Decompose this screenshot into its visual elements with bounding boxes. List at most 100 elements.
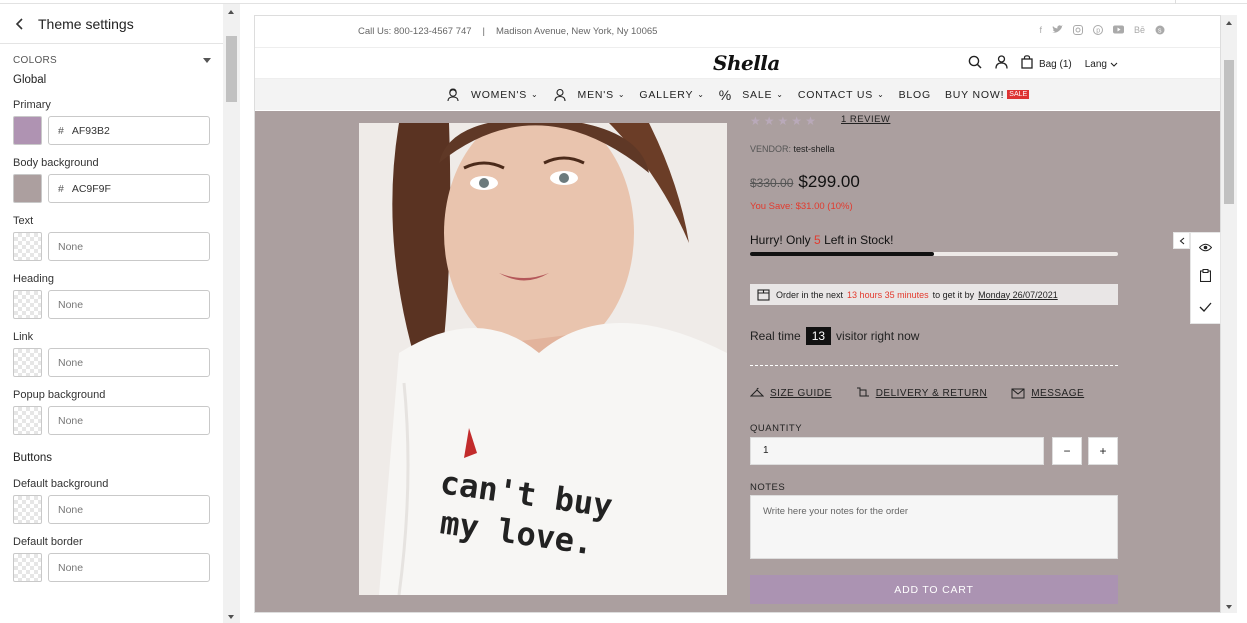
nav-sale[interactable]: SALE ⌄ [742, 89, 784, 101]
color-swatch[interactable] [13, 116, 42, 145]
theme-settings-panel: Theme settings COLORS Global Primary # AF9… [0, 4, 223, 623]
delivery-return-label: DELIVERY & RETURN [875, 387, 988, 399]
panel-scroll-thumb[interactable] [226, 36, 237, 102]
vendor-label: VENDOR: [750, 144, 792, 154]
nav-blog[interactable]: BLOG [899, 89, 931, 101]
store-logo[interactable]: Shella [713, 51, 780, 75]
store-header: Shella Bag (1) Lang [255, 48, 1220, 79]
star-icon: ★ [777, 114, 789, 128]
language-selector[interactable]: Lang [1085, 59, 1118, 70]
notes-label: NOTES [750, 482, 786, 493]
scroll-down-arrow-icon[interactable] [228, 615, 234, 619]
color-field-label: Text [13, 215, 34, 227]
rating-stars[interactable]: ★ ★ ★ ★ ★ [750, 114, 816, 128]
behance-icon[interactable]: Bē [1134, 25, 1145, 37]
back-chevron-icon[interactable] [12, 16, 28, 32]
color-value-input[interactable]: None [48, 232, 210, 261]
price-block: $330.00 $299.00 [750, 172, 860, 192]
color-value-input[interactable]: None [48, 406, 210, 435]
add-to-cart-button[interactable]: ADD TO CART [750, 575, 1118, 604]
bag-button[interactable]: Bag (1) [1021, 55, 1072, 74]
chevron-down-icon [1110, 62, 1118, 67]
youtube-icon[interactable] [1112, 25, 1124, 37]
color-swatch[interactable] [13, 348, 42, 377]
color-swatch[interactable] [13, 174, 42, 203]
color-swatch[interactable] [13, 553, 42, 582]
stock-progress-bar [750, 252, 1118, 256]
color-value-input[interactable]: None [48, 290, 210, 319]
instagram-icon[interactable] [1072, 25, 1083, 37]
chevron-down-icon: ⌄ [697, 90, 705, 99]
vendor-line: VENDOR: test-shella [750, 144, 835, 154]
chevron-down-icon: ⌄ [776, 90, 784, 99]
color-swatch[interactable] [13, 232, 42, 261]
search-icon[interactable] [968, 55, 982, 74]
realtime-visitors: Real time 13 visitor right now [750, 327, 919, 345]
message-link[interactable]: MESSAGE [1011, 387, 1084, 399]
nav-contact[interactable]: CONTACT US ⌄ [798, 89, 885, 101]
quantity-increase-button[interactable]: + [1088, 437, 1118, 465]
star-icon: ★ [791, 114, 803, 128]
color-field: Link None [0, 331, 223, 377]
clipboard-icon[interactable] [1199, 269, 1212, 287]
nav-womens[interactable]: WOMEN'S ⌄ [471, 89, 539, 101]
review-link[interactable]: 1 REVIEW [841, 114, 890, 125]
color-value-input[interactable]: # AF93B2 [48, 116, 210, 145]
color-field: Text None [0, 215, 223, 261]
color-field: Popup background None [0, 389, 223, 435]
address-text: Madison Avenue, New York, Ny 10065 [496, 26, 658, 37]
color-value-input[interactable]: None [48, 495, 210, 524]
check-icon[interactable] [1199, 299, 1212, 317]
chevron-down-icon: ⌄ [531, 90, 539, 99]
scroll-up-arrow-icon[interactable] [228, 10, 234, 14]
preview-scrollbar[interactable] [1221, 15, 1237, 613]
nav-mens[interactable]: MEN'S ⌄ [578, 89, 626, 101]
man-icon [553, 88, 567, 102]
nav-buy-now-label: BUY NOW! [945, 88, 1005, 101]
color-field-label: Body background [13, 157, 99, 169]
color-swatch[interactable] [13, 406, 42, 435]
nav-gallery[interactable]: GALLERY ⌄ [639, 89, 704, 101]
top-tick [1175, 0, 1176, 4]
realtime-post: visitor right now [836, 329, 920, 343]
message-label: MESSAGE [1031, 387, 1085, 399]
gift-icon [757, 288, 770, 301]
quantity-input[interactable]: 1 [750, 437, 1044, 465]
color-swatch[interactable] [13, 495, 42, 524]
delivery-return-link[interactable]: DELIVERY & RETURN [856, 387, 988, 399]
side-tools-toggle[interactable] [1173, 232, 1190, 249]
color-value: AF93B2 [71, 124, 110, 137]
scroll-up-arrow-icon[interactable] [1225, 21, 1232, 25]
old-price: $330.00 [750, 176, 794, 190]
bag-label: Bag (1) [1038, 59, 1072, 70]
global-heading: Global [13, 74, 47, 86]
color-field-label: Link [13, 331, 34, 343]
color-value-input[interactable]: None [48, 553, 210, 582]
twitter-icon[interactable] [1051, 25, 1063, 37]
color-value-input[interactable]: None [48, 348, 210, 377]
account-icon[interactable] [995, 55, 1008, 74]
nav-buy-now[interactable]: BUY NOW! SALE [945, 88, 1030, 101]
skype-icon[interactable]: s [1155, 25, 1165, 37]
colors-section-toggle[interactable]: COLORS [0, 45, 223, 75]
color-value: None [58, 298, 84, 311]
quantity-decrease-button[interactable]: − [1052, 437, 1082, 465]
notes-textarea[interactable]: Write here your notes for the order [750, 495, 1118, 559]
topbar-info: Call Us: 800-123-4567 747 | Madison Avenue… [358, 26, 657, 37]
color-value-input[interactable]: # AC9F9F [48, 174, 210, 203]
nav-mens-label: MEN'S [577, 88, 614, 101]
facebook-icon[interactable]: f [1039, 25, 1042, 37]
header-actions: Bag (1) Lang [968, 55, 1118, 74]
size-guide-link[interactable]: SIZE GUIDE [750, 387, 832, 399]
panel-title: Theme settings [38, 15, 134, 32]
eye-icon[interactable] [1198, 239, 1213, 257]
product-image[interactable]: can't buy my love. [359, 123, 727, 595]
vendor-name[interactable]: test-shella [794, 144, 835, 154]
sale-badge: SALE [1007, 90, 1030, 99]
scroll-down-arrow-icon[interactable] [1225, 605, 1232, 609]
panel-scrollbar[interactable] [223, 4, 240, 623]
color-field-row: None [13, 406, 223, 435]
preview-scroll-thumb[interactable] [1224, 60, 1234, 204]
pinterest-icon[interactable]: p [1092, 25, 1103, 37]
color-swatch[interactable] [13, 290, 42, 319]
